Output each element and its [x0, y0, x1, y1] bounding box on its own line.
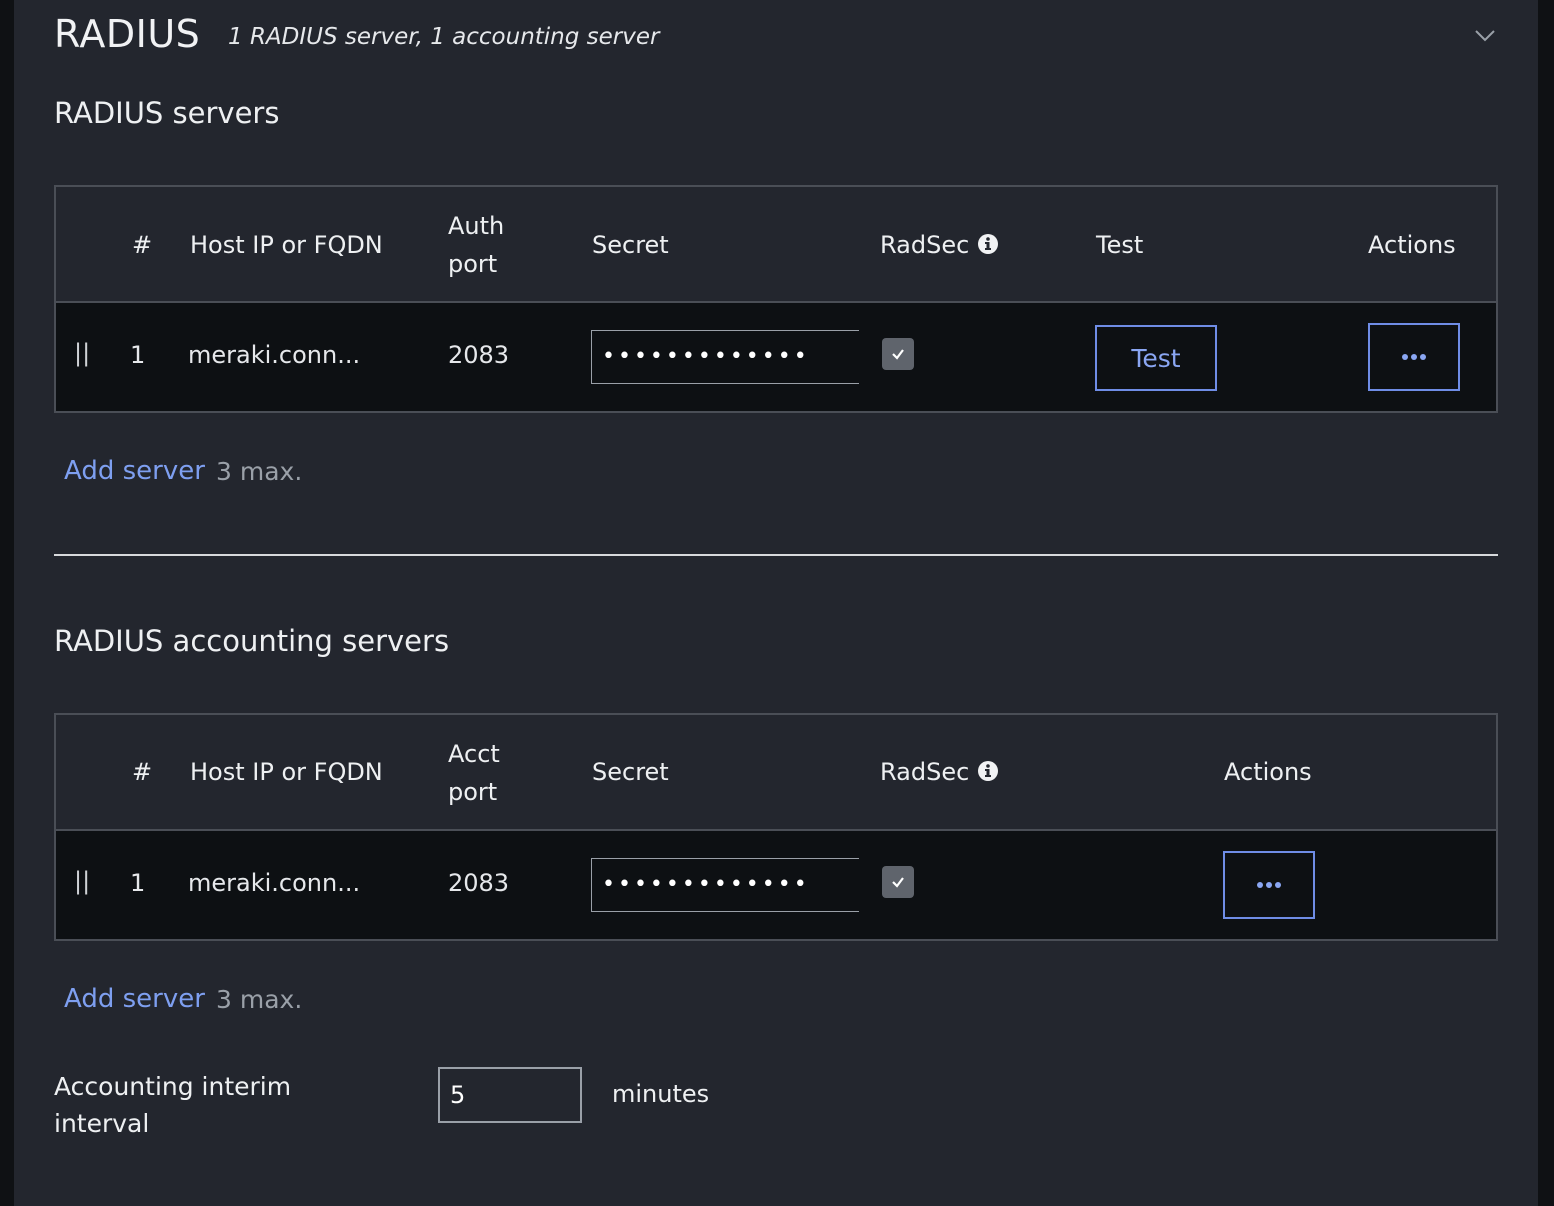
col-acct-port-line2: port: [448, 778, 498, 806]
actions-menu-button[interactable]: [1223, 851, 1315, 919]
col-radsec-label: RadSec: [880, 758, 970, 786]
chevron-down-icon[interactable]: [1472, 22, 1498, 48]
row-host: meraki.conn...: [188, 869, 361, 897]
col-actions: Actions: [1224, 758, 1312, 786]
col-actions: Actions: [1368, 231, 1456, 259]
radius-panel: RADIUS 1 RADIUS server, 1 accounting ser…: [14, 0, 1538, 1206]
accounting-servers-title: RADIUS accounting servers: [54, 624, 450, 658]
info-icon[interactable]: [977, 233, 999, 255]
more-icon: [1402, 354, 1426, 360]
radsec-checkbox[interactable]: [882, 866, 914, 898]
radsec-checkbox[interactable]: [882, 338, 914, 370]
interim-unit: minutes: [612, 1080, 710, 1108]
radius-servers-title: RADIUS servers: [54, 96, 280, 130]
interim-interval-input[interactable]: 5: [438, 1067, 582, 1123]
secret-input[interactable]: •••••••••••••: [591, 330, 859, 384]
checkmark-icon: [892, 877, 904, 888]
col-secret: Secret: [592, 758, 669, 786]
col-auth-port-line2: port: [448, 250, 498, 278]
row-index: 1: [130, 341, 146, 369]
test-button[interactable]: Test: [1095, 325, 1217, 391]
table-row: || 1 meraki.conn... 2083 •••••••••••••: [56, 831, 1496, 939]
interim-interval-label: Accounting interim interval: [54, 1068, 291, 1142]
col-auth-port-line1: Auth: [448, 212, 505, 240]
accounting-servers-table: # Host IP or FQDN Acct port Secret RadSe…: [54, 713, 1498, 941]
col-radsec: RadSec: [880, 226, 999, 264]
more-icon: [1257, 882, 1281, 888]
col-test: Test: [1096, 231, 1144, 259]
col-radsec: RadSec: [880, 753, 999, 791]
col-index: #: [132, 758, 153, 786]
interim-label-line1: Accounting interim: [54, 1072, 292, 1101]
drag-handle[interactable]: ||: [74, 867, 90, 895]
drag-handle[interactable]: ||: [74, 339, 90, 367]
radius-server-max: 3 max.: [216, 457, 303, 486]
col-host: Host IP or FQDN: [190, 758, 383, 786]
row-auth-port: 2083: [448, 341, 510, 369]
col-host: Host IP or FQDN: [190, 231, 383, 259]
col-index: #: [132, 231, 153, 259]
table-header: # Host IP or FQDN Auth port Secret RadSe…: [56, 187, 1496, 303]
col-acct-port-line1: Acct: [448, 740, 500, 768]
page-title: RADIUS: [54, 12, 201, 56]
checkmark-icon: [892, 349, 904, 360]
radius-summary: 1 RADIUS server, 1 accounting server: [228, 24, 660, 50]
add-radius-server-link[interactable]: Add server: [64, 456, 205, 486]
row-index: 1: [130, 869, 146, 897]
actions-menu-button[interactable]: [1368, 323, 1460, 391]
col-secret: Secret: [592, 231, 669, 259]
info-icon[interactable]: [977, 760, 999, 782]
section-divider: [54, 554, 1498, 556]
accounting-server-max: 3 max.: [216, 985, 303, 1014]
secret-input[interactable]: •••••••••••••: [591, 858, 859, 912]
row-acct-port: 2083: [448, 869, 510, 897]
table-row: || 1 meraki.conn... 2083 ••••••••••••• T…: [56, 303, 1496, 411]
col-radsec-label: RadSec: [880, 231, 970, 259]
table-header: # Host IP or FQDN Acct port Secret RadSe…: [56, 715, 1496, 831]
add-accounting-server-link[interactable]: Add server: [64, 984, 205, 1014]
interim-label-line2: interval: [54, 1109, 150, 1138]
radius-servers-table: # Host IP or FQDN Auth port Secret RadSe…: [54, 185, 1498, 413]
row-host: meraki.conn...: [188, 341, 361, 369]
